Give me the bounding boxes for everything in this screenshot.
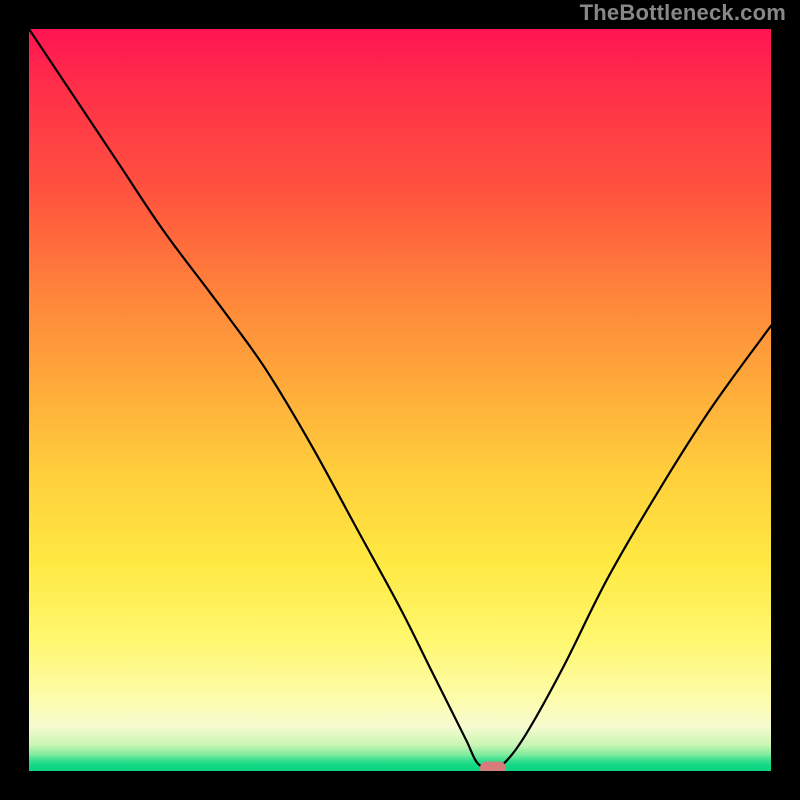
plot-area [29, 29, 771, 771]
bottleneck-curve [29, 29, 771, 771]
watermark-text: TheBottleneck.com [580, 0, 786, 26]
optimal-point-marker [480, 762, 506, 771]
chart-frame: TheBottleneck.com [0, 0, 800, 800]
